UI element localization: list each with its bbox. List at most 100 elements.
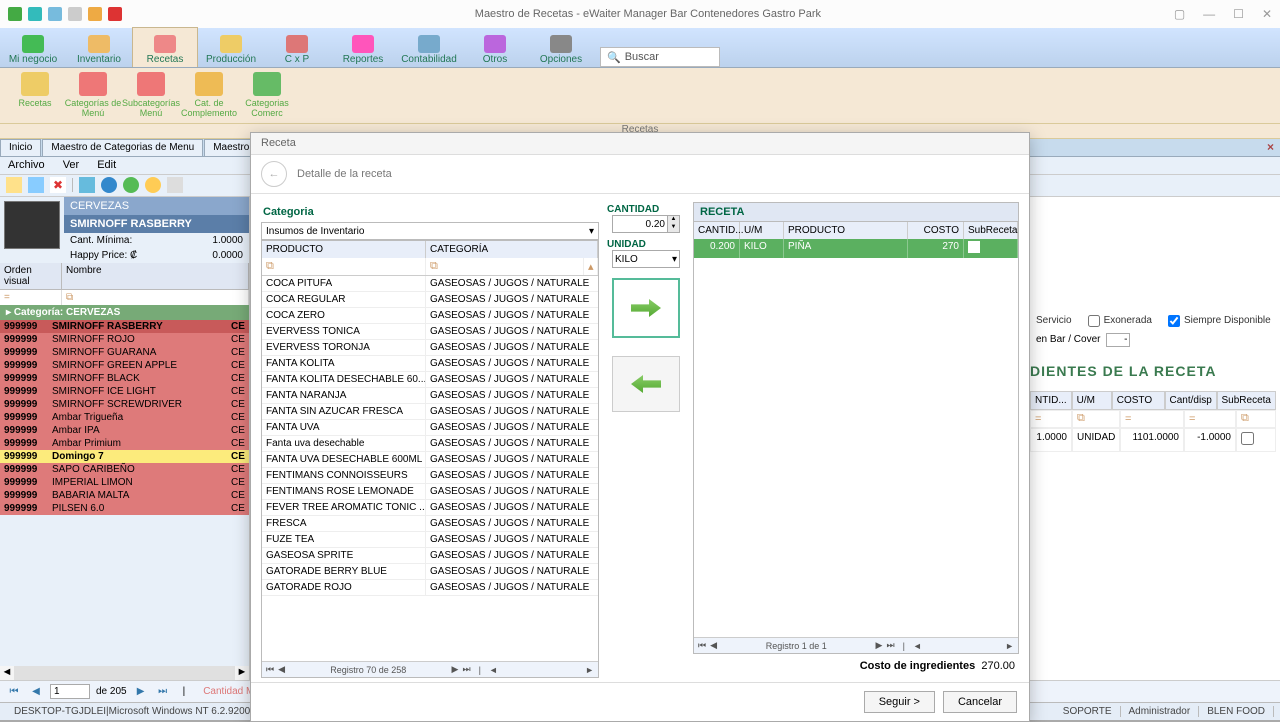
tab-catmenu[interactable]: Maestro de Categorias de Menu <box>42 139 203 156</box>
pn-hs-right[interactable]: ► <box>585 665 594 675</box>
receta-row[interactable]: 0.200 KILO PIÑA 270 <box>694 239 1018 258</box>
product-row[interactable]: COCA ZEROGASEOSAS / JUGOS / NATURALE <box>262 308 598 324</box>
ribbon-inventario[interactable]: Inventario <box>66 27 132 67</box>
r2-complemento[interactable]: Cat. de Complemento <box>180 72 238 119</box>
rp-ing-subreceta-ck[interactable] <box>1241 432 1254 445</box>
product-row[interactable]: EVERVESS TORONJAGASEOSAS / JUGOS / NATUR… <box>262 340 598 356</box>
r2-comerc[interactable]: Categorias Comerc <box>238 72 296 119</box>
lp-col-orden[interactable]: Orden visual <box>0 263 62 289</box>
product-row[interactable]: Fanta uva desechableGASEOSAS / JUGOS / N… <box>262 436 598 452</box>
product-row[interactable]: FENTIMANS ROSE LEMONADEGASEOSAS / JUGOS … <box>262 484 598 500</box>
qat-icon-1[interactable] <box>28 7 42 21</box>
ribbon-otros[interactable]: Otros <box>462 27 528 67</box>
list-item[interactable]: 999999PILSEN 6.0CE <box>0 502 249 515</box>
bn-prev[interactable]: ◀ <box>28 684 44 700</box>
product-row[interactable]: EVERVESS TONICAGASEOSAS / JUGOS / NATURA… <box>262 324 598 340</box>
rn-last[interactable]: ⏭ <box>886 640 894 651</box>
lp-col-nombre[interactable]: Nombre <box>62 263 249 289</box>
maximize-icon[interactable]: ☐ <box>1233 7 1244 21</box>
unidad-select[interactable]: KILO▾ <box>612 250 680 268</box>
minimize-icon[interactable]: — <box>1203 7 1215 21</box>
list-item[interactable]: 999999SMIRNOFF GUARANACE <box>0 346 249 359</box>
qat-icon-4[interactable] <box>108 7 122 21</box>
list-item[interactable]: 999999IMPERIAL LIMONCE <box>0 476 249 489</box>
list-item[interactable]: 999999SMIRNOFF ROJOCE <box>0 333 249 346</box>
product-row[interactable]: FANTA KOLITA DESECHABLE 60...GASEOSAS / … <box>262 372 598 388</box>
cancelar-button[interactable]: Cancelar <box>943 691 1017 713</box>
product-row[interactable]: FANTA KOLITAGASEOSAS / JUGOS / NATURALE <box>262 356 598 372</box>
list-item[interactable]: 999999SMIRNOFF ICE LIGHTCE <box>0 385 249 398</box>
product-row[interactable]: FRESCAGASEOSAS / JUGOS / NATURALE <box>262 516 598 532</box>
tb-undo-icon[interactable] <box>79 177 95 193</box>
product-row[interactable]: GATORADE BERRY BLUEGASEOSAS / JUGOS / NA… <box>262 564 598 580</box>
bn-next[interactable]: ▶ <box>133 684 149 700</box>
tb-delete-icon[interactable]: ✖ <box>50 177 66 193</box>
lp-filter-orden[interactable]: = <box>0 290 62 305</box>
menu-archivo[interactable]: Archivo <box>8 159 45 171</box>
qat-icon-3[interactable] <box>88 7 102 21</box>
qat-icon-2[interactable] <box>48 7 62 21</box>
list-item[interactable]: 999999SAPO CARIBEÑOCE <box>0 463 249 476</box>
ribbon-minegocio[interactable]: Mi negocio <box>0 27 66 67</box>
rp-siempre-ck[interactable] <box>1168 315 1180 327</box>
product-row[interactable]: FUZE TEAGASEOSAS / JUGOS / NATURALE <box>262 532 598 548</box>
bn-page-input[interactable]: 1 <box>50 684 90 699</box>
tb-action-icon[interactable] <box>145 177 161 193</box>
tb-info-icon[interactable] <box>101 177 117 193</box>
bn-last[interactable]: ⏭ <box>155 684 171 700</box>
spin-down-icon[interactable]: ▼ <box>668 224 679 232</box>
product-row[interactable]: FANTA SIN AZUCAR FRESCAGASEOSAS / JUGOS … <box>262 404 598 420</box>
prod-col-categoria[interactable]: CATEGORÍA <box>426 241 598 258</box>
ribbon-opciones[interactable]: Opciones <box>528 27 594 67</box>
list-item[interactable]: 999999Ambar PrimiumCE <box>0 437 249 450</box>
product-row[interactable]: FANTA NARANJAGASEOSAS / JUGOS / NATURALE <box>262 388 598 404</box>
rp-enbar-input[interactable]: - <box>1106 333 1130 347</box>
product-list[interactable]: COCA PITUFAGASEOSAS / JUGOS / NATURALECO… <box>262 276 598 661</box>
cantidad-input[interactable]: 0.20 ▲▼ <box>612 215 680 233</box>
list-item[interactable]: 999999Domingo 7CE <box>0 450 249 463</box>
tb-pin-icon[interactable] <box>167 177 183 193</box>
r2-subcat[interactable]: Subcategorías Menú <box>122 72 180 119</box>
menu-ver[interactable]: Ver <box>63 159 80 171</box>
product-row[interactable]: COCA REGULARGASEOSAS / JUGOS / NATURALE <box>262 292 598 308</box>
list-item[interactable]: 999999Ambar IPACE <box>0 424 249 437</box>
rp-exonerada-ck[interactable] <box>1088 315 1100 327</box>
prod-col-producto[interactable]: PRODUCTO <box>262 241 426 258</box>
product-row[interactable]: GASEOSA SPRITEGASEOSAS / JUGOS / NATURAL… <box>262 548 598 564</box>
pn-next[interactable]: ▶ <box>452 664 459 675</box>
lp-hscroll[interactable]: ◄ ► <box>0 666 249 680</box>
ribbon-produccion[interactable]: Producción <box>198 27 264 67</box>
tb-new-icon[interactable] <box>6 177 22 193</box>
list-item[interactable]: 999999SMIRNOFF BLACKCE <box>0 372 249 385</box>
back-button[interactable]: ← <box>261 161 287 187</box>
r2-recetas[interactable]: Recetas <box>6 72 64 119</box>
rn-next[interactable]: ▶ <box>876 640 883 651</box>
lp-category-row[interactable]: ▸ Categoría: CERVEZAS <box>0 305 249 320</box>
ribbon-recetas[interactable]: Recetas <box>132 27 198 67</box>
ribbon-contabilidad[interactable]: Contabilidad <box>396 27 462 67</box>
list-item[interactable]: 999999BABARIA MALTACE <box>0 489 249 502</box>
rn-first[interactable]: ⏮ <box>698 640 706 651</box>
pn-hs-left[interactable]: ◄ <box>489 665 498 675</box>
prod-filter-producto[interactable]: ⧉ <box>262 258 426 275</box>
add-ingredient-button[interactable] <box>612 278 680 338</box>
lp-list[interactable]: 999999SMIRNOFF RASBERRYCE999999SMIRNOFF … <box>0 320 249 666</box>
help-icon[interactable]: ▢ <box>1174 7 1185 21</box>
bn-first[interactable]: ⏮ <box>6 684 22 700</box>
rn-prev[interactable]: ◀ <box>710 640 717 651</box>
ribbon-reportes[interactable]: Reportes <box>330 27 396 67</box>
prod-filter-categoria[interactable]: ⧉ <box>426 258 584 275</box>
ribbon-search[interactable]: 🔍 Buscar <box>600 47 720 67</box>
product-row[interactable]: FANTA UVA DESECHABLE 600MLGASEOSAS / JUG… <box>262 452 598 468</box>
r2-catmenu[interactable]: Categorías de Menú <box>64 72 122 119</box>
tb-refresh-icon[interactable] <box>123 177 139 193</box>
rn-hs-left[interactable]: ◄ <box>913 641 922 651</box>
close-icon[interactable]: ✕ <box>1262 7 1272 21</box>
product-row[interactable]: FENTIMANS CONNOISSEURSGASEOSAS / JUGOS /… <box>262 468 598 484</box>
list-item[interactable]: 999999Ambar TrigueñaCE <box>0 411 249 424</box>
product-row[interactable]: GATORADE ROJOGASEOSAS / JUGOS / NATURALE <box>262 580 598 596</box>
rn-hs-right[interactable]: ► <box>1005 641 1014 651</box>
pn-first[interactable]: ⏮ <box>266 664 274 675</box>
prod-scroll-up[interactable]: ▴ <box>584 258 598 275</box>
seguir-button[interactable]: Seguir > <box>864 691 935 713</box>
